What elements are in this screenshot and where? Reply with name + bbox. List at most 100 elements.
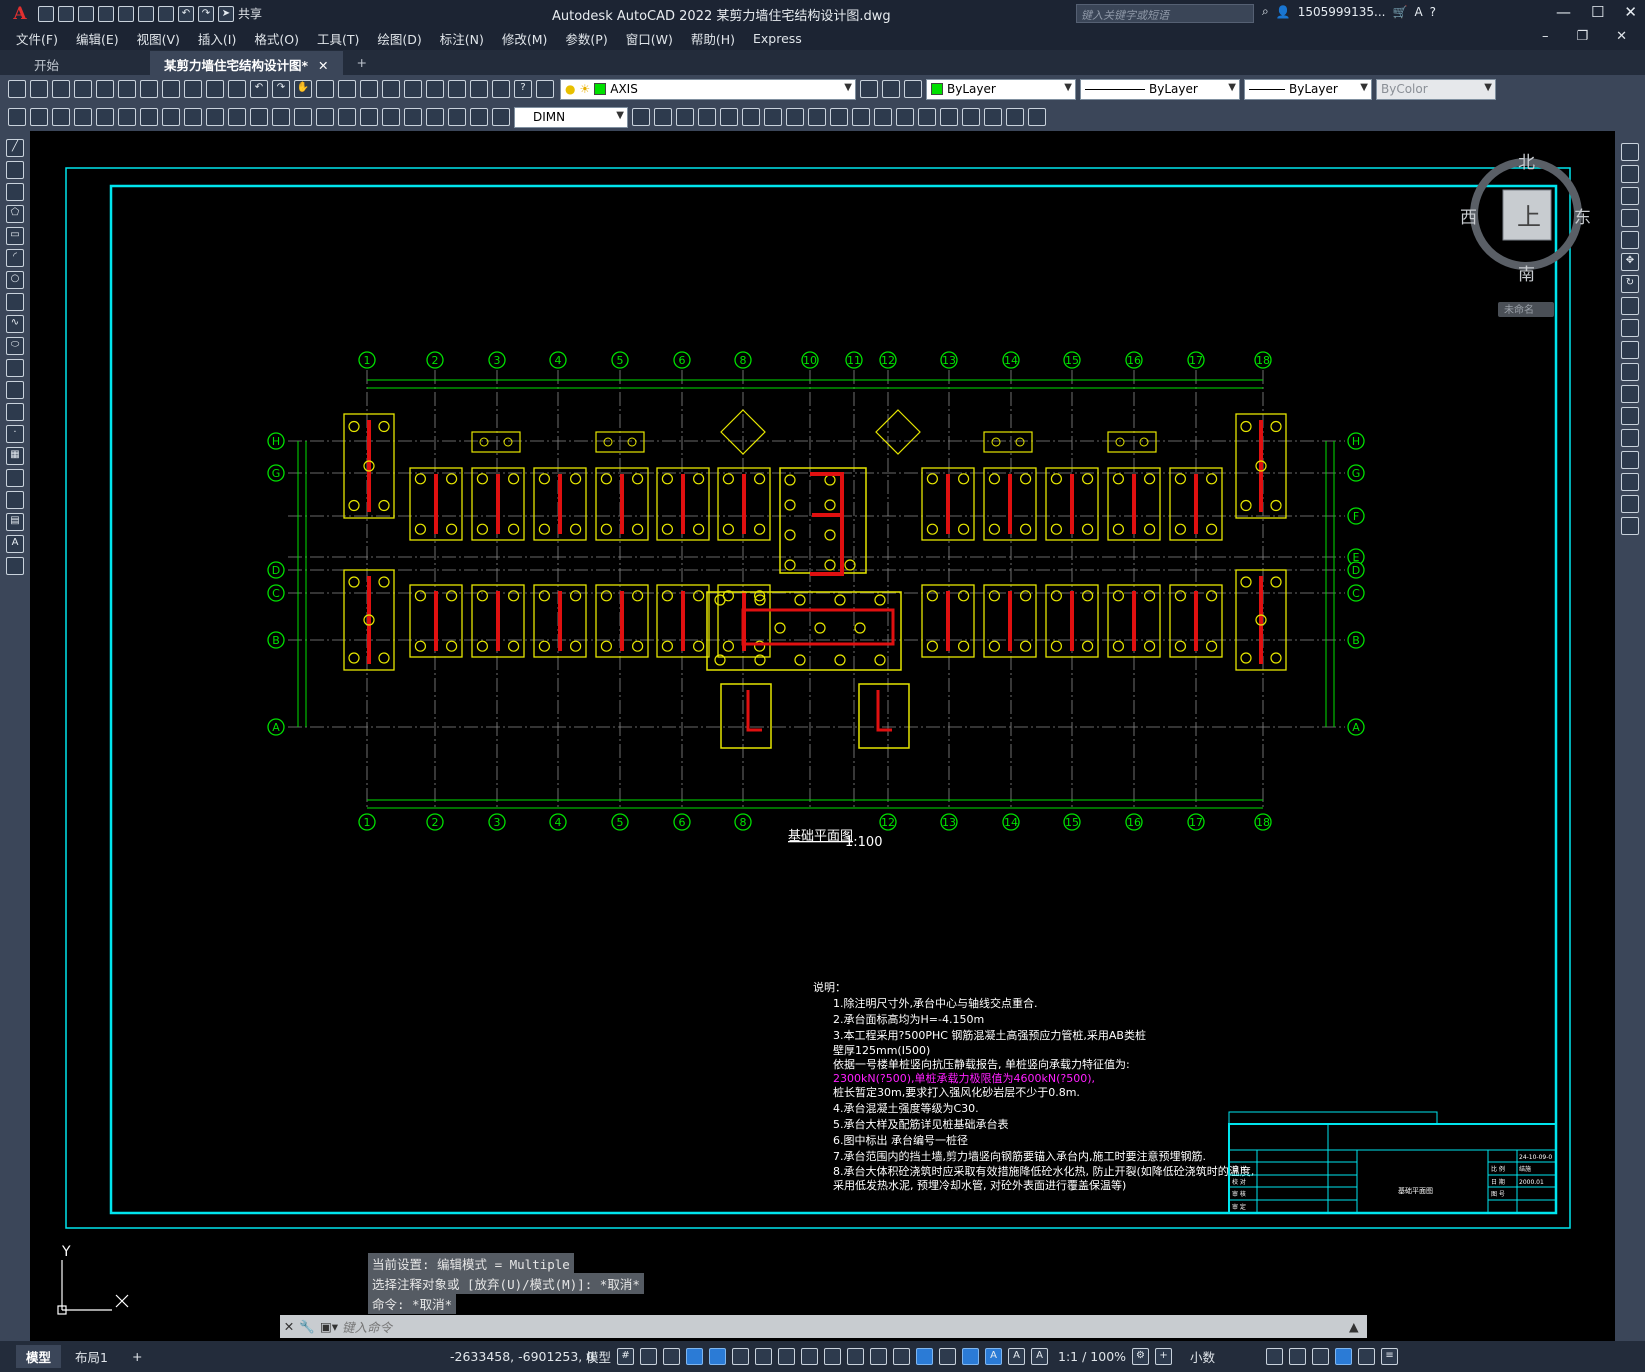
layer-state-icon[interactable] — [904, 80, 922, 98]
modify-16-icon[interactable] — [984, 108, 1002, 126]
hardware-accel-icon[interactable] — [1335, 1348, 1353, 1365]
tab-close-icon[interactable]: ✕ — [318, 58, 328, 73]
modify-2-icon[interactable] — [676, 108, 694, 126]
modify-18-icon[interactable] — [1028, 108, 1046, 126]
rectangle-icon[interactable]: ▭ — [6, 227, 24, 245]
markup-icon[interactable] — [470, 80, 488, 98]
viewcube-south[interactable]: 南 — [1518, 265, 1535, 285]
osnap-icon[interactable] — [801, 1348, 819, 1365]
add-layout-button[interactable]: + — [122, 1347, 152, 1366]
modify-11-icon[interactable] — [874, 108, 892, 126]
modify-1-icon[interactable] — [654, 108, 672, 126]
save-icon[interactable] — [78, 5, 94, 22]
mirror-icon[interactable] — [1621, 187, 1639, 205]
pan-icon[interactable]: ✋ — [294, 80, 312, 98]
angular-dim-icon[interactable] — [228, 108, 246, 126]
tab-drawing[interactable]: 某剪力墙住宅结构设计图* ✕ — [150, 51, 343, 75]
modify-13-icon[interactable] — [918, 108, 936, 126]
ordinate-icon[interactable] — [140, 108, 158, 126]
dim-text-edit-icon[interactable] — [470, 108, 488, 126]
selection-filter-icon[interactable] — [939, 1348, 957, 1365]
trim-icon[interactable] — [1621, 341, 1639, 359]
annotation-visibility-icon[interactable]: A — [985, 1348, 1003, 1365]
tool-palettes-icon[interactable] — [426, 80, 444, 98]
menu-modify[interactable]: 修改(M) — [494, 29, 558, 48]
plot-icon[interactable] — [74, 80, 92, 98]
menu-format[interactable]: 格式(O) — [246, 29, 309, 48]
viewcube[interactable]: 上 北 南 西 东 未命名 — [1460, 153, 1591, 317]
recent-commands-icon[interactable]: ▣▾ — [316, 1319, 342, 1334]
break-point-icon[interactable] — [1621, 385, 1639, 403]
search-icon[interactable]: ⌕ — [1262, 4, 1269, 19]
layer-dropdown[interactable]: ● ☀ AXIS ▼ — [560, 78, 856, 100]
modify-14-icon[interactable] — [940, 108, 958, 126]
user-name[interactable]: 1505999135... — [1298, 5, 1386, 19]
zoom-realtime-icon[interactable] — [316, 80, 334, 98]
move-icon[interactable]: ✥ — [1621, 253, 1639, 271]
close-icon[interactable]: ✕ — [1624, 3, 1637, 21]
infer-icon[interactable] — [663, 1348, 681, 1365]
properties-icon[interactable] — [382, 80, 400, 98]
center-mark-icon[interactable] — [382, 108, 400, 126]
menu-file[interactable]: 文件(F) — [8, 29, 68, 48]
diameter-dim-icon[interactable] — [206, 108, 224, 126]
dim-edit-icon[interactable] — [448, 108, 466, 126]
gizmo-icon[interactable] — [962, 1348, 980, 1365]
coordinate-readout[interactable]: -2633458, -6901253, 0 — [450, 1349, 594, 1364]
help-icon[interactable]: ? — [514, 80, 532, 98]
circle-icon[interactable]: ○ — [6, 271, 24, 289]
viewcube-west[interactable]: 西 — [1460, 208, 1477, 228]
polar-icon[interactable] — [732, 1348, 750, 1365]
modify-9-icon[interactable] — [830, 108, 848, 126]
fillet-icon[interactable] — [1621, 473, 1639, 491]
layer-previous-icon[interactable] — [882, 80, 900, 98]
menu-draw[interactable]: 绘图(D) — [369, 29, 431, 48]
region-icon[interactable] — [6, 491, 24, 509]
help-icon[interactable]: ? — [1430, 5, 1436, 19]
annotation-scale-icon[interactable]: A — [1031, 1348, 1049, 1365]
layer-freeze-icon[interactable] — [52, 108, 70, 126]
save-web-icon[interactable] — [138, 5, 154, 22]
sheet-set-icon[interactable] — [448, 80, 466, 98]
lock-ui-icon[interactable] — [1289, 1348, 1307, 1365]
3dosnap-icon[interactable] — [893, 1348, 911, 1365]
modify-4-icon[interactable] — [720, 108, 738, 126]
modify-5-icon[interactable] — [742, 108, 760, 126]
plus-icon[interactable]: + — [1155, 1348, 1173, 1365]
tolerance-icon[interactable] — [360, 108, 378, 126]
inspection-icon[interactable] — [404, 108, 422, 126]
add-selected-icon[interactable] — [6, 557, 24, 575]
mtext-icon[interactable]: A — [6, 535, 24, 553]
modify-3-icon[interactable] — [698, 108, 716, 126]
polygon-icon[interactable]: ⬠ — [6, 205, 24, 223]
menu-insert[interactable]: 插入(I) — [190, 29, 246, 48]
qnew-icon[interactable] — [8, 80, 26, 98]
color-dropdown[interactable]: ByLayer ▼ — [926, 78, 1076, 100]
copy-object-icon[interactable] — [1621, 165, 1639, 183]
linetype-dropdown[interactable]: ByLayer ▼ — [1080, 78, 1240, 100]
ellipse-arc-icon[interactable] — [6, 359, 24, 377]
hatch-icon[interactable]: ▦ — [6, 447, 24, 465]
isolate-objects-icon[interactable] — [1312, 1348, 1330, 1365]
annotation-scale[interactable]: 1:1 / 100% — [1058, 1349, 1126, 1364]
tab-layout1[interactable]: 布局1 — [65, 1345, 118, 1368]
join-icon[interactable] — [1621, 429, 1639, 447]
menu-window[interactable]: 窗口(W) — [618, 29, 683, 48]
modify-12-icon[interactable] — [896, 108, 914, 126]
modify-15-icon[interactable] — [962, 108, 980, 126]
modify-6-icon[interactable] — [764, 108, 782, 126]
share-button[interactable]: 共享 — [238, 5, 262, 22]
tab-model[interactable]: 模型 — [16, 1345, 62, 1368]
menu-express[interactable]: Express — [745, 31, 812, 46]
dim-break-icon[interactable] — [338, 108, 356, 126]
menu-edit[interactable]: 编辑(E) — [68, 29, 129, 48]
menu-parametric[interactable]: 参数(P) — [557, 29, 617, 48]
viewcube-north[interactable]: 北 — [1518, 153, 1535, 173]
make-block-icon[interactable] — [6, 403, 24, 421]
viewcube-top-label[interactable]: 上 — [1517, 203, 1541, 231]
drawing-canvas[interactable]: 1 2 3 4 5 6 8 10 11 12 13 14 15 16 17 18 1 2 3 4 5 6 8 12 13 14 15… — [30, 131, 1615, 1341]
customize-menu-icon[interactable]: ≡ — [1381, 1348, 1399, 1365]
maximize-icon[interactable]: ☐ — [1591, 3, 1604, 21]
lineweight-dropdown[interactable]: ByLayer ▼ — [1244, 78, 1372, 100]
chevron-up-icon[interactable]: ▲ — [1349, 1319, 1367, 1334]
